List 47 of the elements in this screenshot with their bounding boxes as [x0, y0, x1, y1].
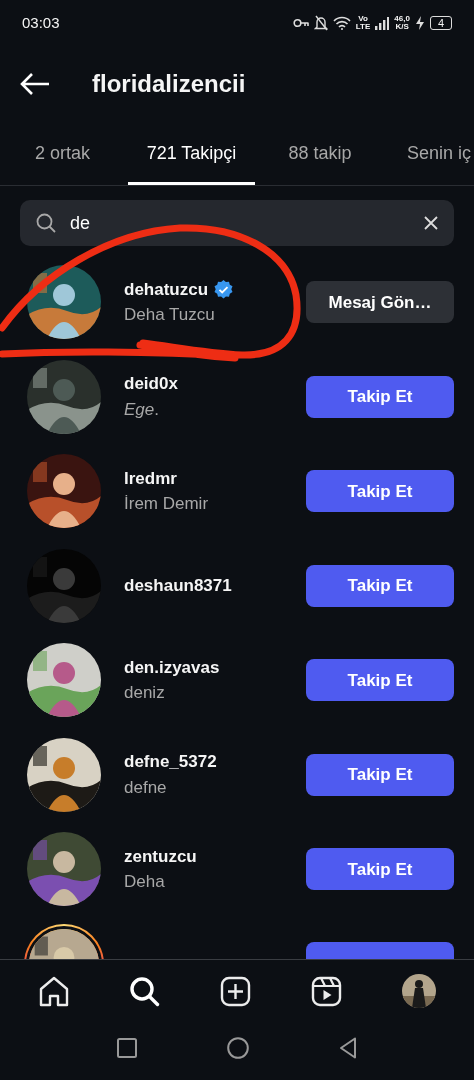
recents-button[interactable] [117, 1038, 137, 1058]
follow-button[interactable]: Takip Et [306, 659, 454, 702]
tab[interactable]: 88 takip [270, 122, 370, 185]
tab[interactable]: Senin iç [407, 122, 472, 185]
full-name: defne [124, 776, 168, 799]
muted-bell-icon [313, 15, 328, 31]
username[interactable]: deshaun8371 [124, 573, 232, 599]
full-name: İrem Demir [124, 493, 210, 516]
tab[interactable]: 721 Takipçi [128, 122, 255, 185]
message-button[interactable]: Mesaj Gön… [306, 281, 454, 324]
battery-icon: 4 [429, 16, 452, 30]
status-time: 03:03 [22, 12, 60, 33]
search-icon [36, 213, 56, 233]
username[interactable]: den.izyavas [124, 654, 220, 681]
back-button[interactable] [20, 73, 50, 95]
key-icon [292, 18, 309, 28]
follow-button[interactable]: Takip Et [306, 848, 454, 891]
home-button[interactable] [227, 1037, 249, 1059]
full-name: Deha Tuzcu [124, 304, 216, 327]
signal-icon [375, 16, 390, 30]
username[interactable]: deid0x [124, 371, 178, 397]
username[interactable]: dehatuzcu [124, 276, 209, 303]
follow-button[interactable]: Takip Et [306, 564, 454, 607]
clear-button[interactable] [424, 216, 438, 230]
username[interactable]: zentuzcu [124, 843, 197, 870]
profile-tab[interactable] [402, 974, 436, 1008]
search-field[interactable]: de [20, 200, 454, 246]
username[interactable]: lredmr [124, 465, 177, 492]
follow-button[interactable]: Takip Et [306, 470, 454, 513]
search-icon[interactable] [129, 975, 160, 1007]
search-input[interactable]: de [70, 209, 410, 237]
follow-button[interactable]: Takip Et [306, 375, 454, 418]
volte-label: Vo LTE [355, 15, 371, 31]
full-name: deniz [124, 682, 166, 705]
full-name: Ege. [124, 398, 160, 421]
back-nav-button[interactable] [339, 1037, 357, 1059]
network-speed: 46,0 K/S [394, 15, 410, 31]
charging-icon [414, 16, 425, 30]
follow-button[interactable]: Takip Et [306, 753, 454, 796]
tab[interactable]: 2 ortak [35, 122, 91, 185]
full-name: Deha [124, 871, 166, 894]
wifi-icon [332, 16, 351, 30]
username[interactable]: defne_5372 [124, 749, 217, 775]
home-icon[interactable] [38, 975, 69, 1007]
plus-square-icon[interactable] [220, 975, 251, 1007]
reels-icon[interactable] [311, 975, 342, 1007]
profile-username: floridalizencii [92, 69, 246, 99]
